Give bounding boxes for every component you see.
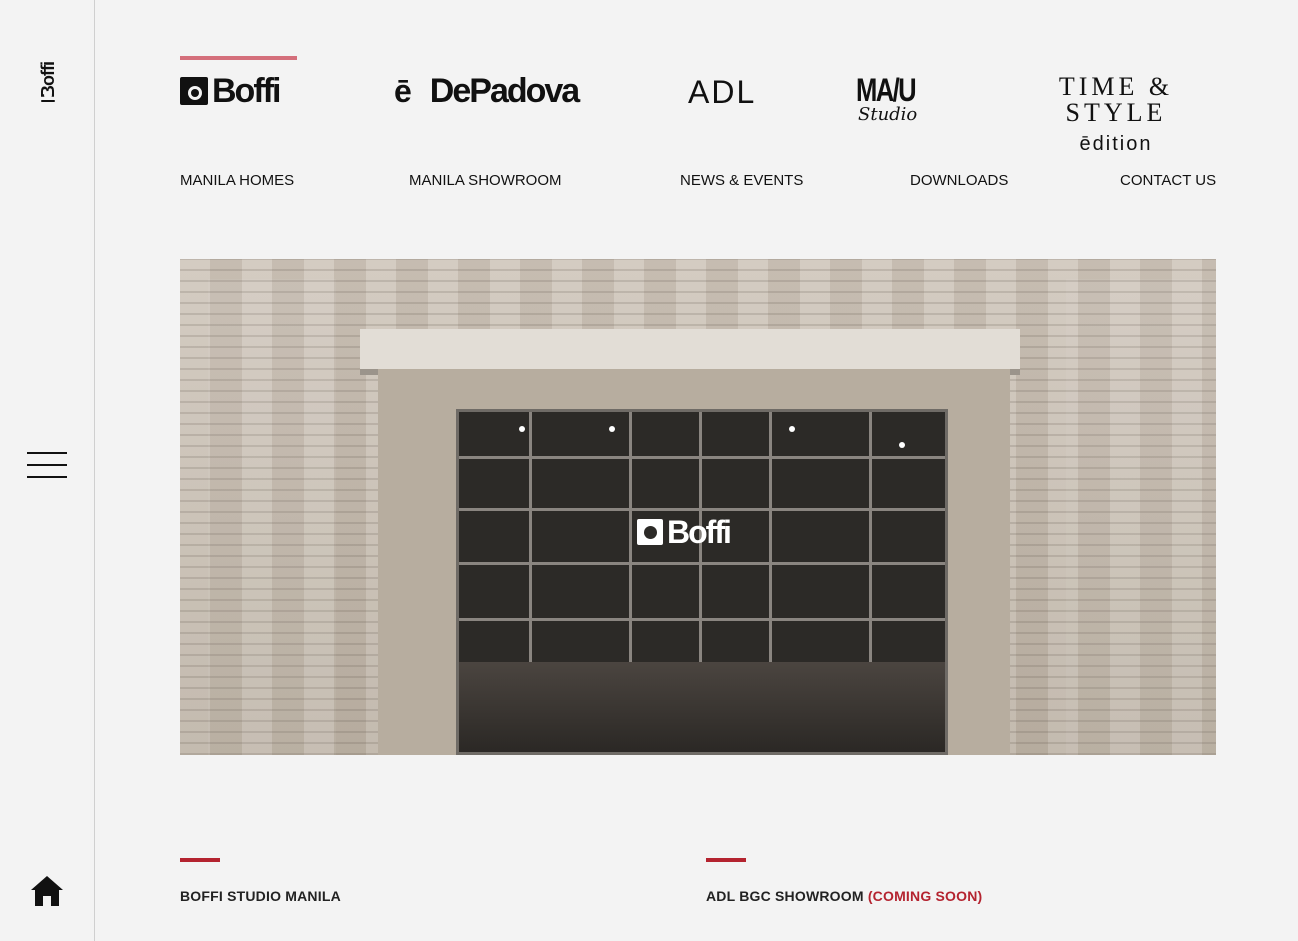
showroom-storefront: Boffi: [456, 409, 948, 755]
coming-soon-label: (COMING SOON): [867, 888, 983, 904]
brand-depadova[interactable]: ē DePadova: [394, 72, 580, 110]
brand-boffi-label: Boffi: [212, 72, 281, 110]
nav-contact-us[interactable]: CONTACT US: [1120, 172, 1216, 189]
depadova-prefix: ē: [394, 73, 412, 109]
boffi-mark-icon: [180, 77, 208, 105]
section-adl-bgc: ADL BGC SHOWROOM (COMING SOON): [706, 858, 982, 904]
brand-time-and-style[interactable]: TIME & STYLE ēdition: [1016, 72, 1216, 155]
home-icon[interactable]: [29, 874, 65, 908]
boffi-mark-icon: [41, 99, 55, 102]
sidebar: Boffi: [0, 0, 95, 941]
brand-tns-sub: ēdition: [1079, 133, 1153, 155]
section-accent-bar: [180, 858, 220, 862]
brand-mau-label: MA/U: [856, 72, 917, 108]
section-title: ADL BGC SHOWROOM (COMING SOON): [706, 888, 983, 904]
hero-image: Boffi: [180, 259, 1216, 755]
brand-bar: Boffi ē DePadova ADL MA/U Studio TIME & …: [180, 56, 1216, 155]
sidebar-logo[interactable]: Boffi: [38, 62, 58, 102]
brand-tns-label: TIME & STYLE: [1058, 72, 1174, 127]
nav-news-events[interactable]: NEWS & EVENTS: [680, 172, 803, 189]
nav-manila-showroom[interactable]: MANILA SHOWROOM: [409, 172, 562, 189]
section-title: BOFFI STUDIO MANILA: [180, 888, 341, 904]
storefront-sign-text: Boffi: [667, 514, 732, 550]
active-brand-indicator: [180, 56, 297, 60]
brand-depadova-label: DePadova: [429, 72, 580, 110]
hamburger-menu-icon[interactable]: [27, 452, 67, 480]
section-boffi-studio: BOFFI STUDIO MANILA: [180, 858, 341, 904]
nav-manila-homes[interactable]: MANILA HOMES: [180, 172, 294, 189]
brand-boffi[interactable]: Boffi: [180, 72, 281, 110]
section-accent-bar: [706, 858, 746, 862]
nav-downloads[interactable]: DOWNLOADS: [910, 172, 1008, 189]
storefront-sign: Boffi: [637, 514, 732, 550]
main-nav: MANILA HOMES MANILA SHOWROOM NEWS & EVEN…: [180, 172, 1216, 192]
boffi-mark-icon: [637, 519, 663, 545]
brand-mau-sub: Studio: [858, 104, 918, 125]
brand-adl[interactable]: ADL: [688, 76, 756, 108]
brand-mau[interactable]: MA/U Studio: [856, 74, 920, 144]
